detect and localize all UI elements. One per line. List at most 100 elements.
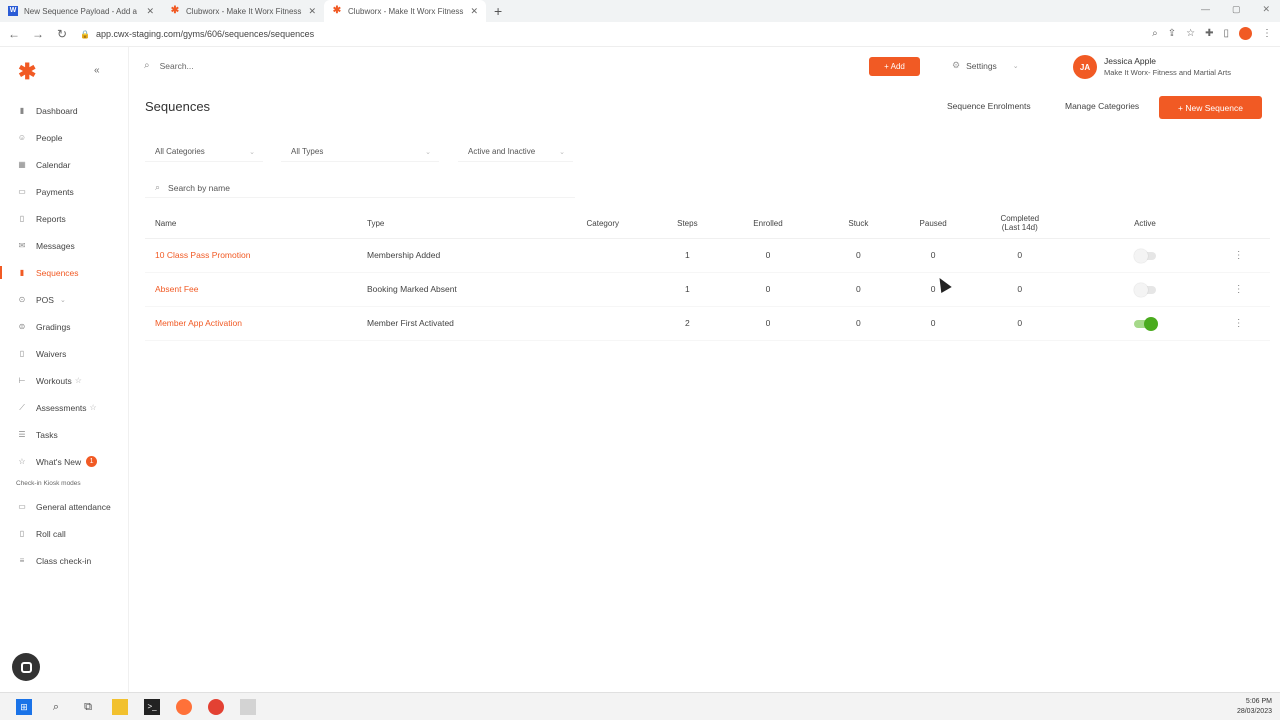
close-icon[interactable]: ✕ xyxy=(308,6,316,17)
active-toggle[interactable] xyxy=(1133,316,1158,331)
task-view-icon[interactable]: ⧉ xyxy=(80,699,96,715)
sidebar-item-calendar[interactable]: ▦ Calendar xyxy=(0,151,129,178)
chevron-down-icon: ⌄ xyxy=(559,148,565,156)
table-row[interactable]: Absent Fee Booking Marked Absent 1 0 0 0… xyxy=(145,272,1270,307)
collapse-sidebar-icon[interactable]: « xyxy=(94,65,100,76)
clubworx-logo-icon[interactable]: ✱ xyxy=(18,59,36,85)
sidebar-item-workouts[interactable]: ⊢ Workouts ☆ xyxy=(0,367,129,394)
sidebar-item-tasks[interactable]: ☰ Tasks xyxy=(0,421,129,448)
status-filter[interactable]: Active and Inactive ⌄ xyxy=(458,142,573,162)
extensions-icon[interactable]: ✚ xyxy=(1205,28,1213,39)
zoom-icon[interactable]: ⌕ xyxy=(1152,28,1158,39)
site-favicon-icon: W xyxy=(8,6,18,16)
column-header-type[interactable]: Type xyxy=(357,209,560,239)
global-search[interactable]: ⌕ Search... xyxy=(144,60,194,71)
search-input[interactable]: Search... xyxy=(160,61,194,71)
sidebar-item-general-attendance[interactable]: ▭ General attendance xyxy=(0,493,129,520)
column-header-name[interactable]: Name xyxy=(145,209,357,239)
reload-icon[interactable]: ↻ xyxy=(52,27,72,41)
close-icon[interactable]: ✕ xyxy=(470,6,478,17)
forward-icon[interactable]: → xyxy=(28,27,48,41)
new-sequence-button[interactable]: + New Sequence xyxy=(1159,96,1262,119)
sidebar-item-class-check-in[interactable]: ≡ Class check-in xyxy=(0,547,129,574)
user-menu[interactable]: Jessica Apple Make It Worx- Fitness and … xyxy=(1104,56,1231,78)
chevron-down-icon: ⌄ xyxy=(59,296,66,304)
table-row[interactable]: 10 Class Pass Promotion Membership Added… xyxy=(145,238,1270,273)
active-toggle[interactable] xyxy=(1133,248,1156,263)
file-explorer-icon[interactable] xyxy=(112,698,128,715)
chrome-icon[interactable] xyxy=(208,698,224,715)
sidebar-item-sequences[interactable]: ▮ Sequences xyxy=(0,259,129,286)
menu-icon[interactable]: ⋮ xyxy=(1262,28,1272,39)
new-tab-icon[interactable]: + xyxy=(494,0,502,22)
person-icon: ☺ xyxy=(17,133,27,142)
browser-tab[interactable]: ✱ Clubworx - Make It Worx Fitness ✕ xyxy=(162,0,324,22)
chat-icon[interactable] xyxy=(12,653,40,681)
type-filter[interactable]: All Types ⌄ xyxy=(281,142,439,162)
sequence-name-link[interactable]: 10 Class Pass Promotion xyxy=(145,238,357,273)
more-options-icon[interactable]: ⋮ xyxy=(1234,250,1244,261)
sidebar-item-dashboard[interactable]: ▮ Dashboard xyxy=(0,97,129,124)
active-toggle[interactable] xyxy=(1133,282,1156,297)
sidebar-item-people[interactable]: ☺ People xyxy=(0,124,129,151)
sidebar-item-waivers[interactable]: ▯ Waivers xyxy=(0,340,129,367)
column-header-category[interactable]: Category xyxy=(559,209,647,239)
sequence-name-link[interactable]: Member App Activation xyxy=(145,306,357,341)
more-options-icon[interactable]: ⋮ xyxy=(1234,318,1244,329)
sequence-completed: 0 xyxy=(956,238,1083,273)
settings-menu[interactable]: ⚙ Settings ⌄ xyxy=(952,60,1019,71)
sequence-name-link[interactable]: Absent Fee xyxy=(145,272,357,307)
search-icon[interactable]: ⌕ xyxy=(48,699,64,715)
list-icon: ☰ xyxy=(18,430,26,439)
browser-tab[interactable]: W New Sequence Payload - Add a ✕ xyxy=(0,0,162,22)
system-clock[interactable]: 5:06 PM 28/03/2023 xyxy=(1237,697,1272,717)
sidebar-item-pos[interactable]: ⊙ POS ⌄ xyxy=(0,286,129,313)
sequence-stuck: 0 xyxy=(807,238,910,273)
column-header-stuck[interactable]: Stuck xyxy=(807,209,910,239)
firefox-icon[interactable] xyxy=(176,698,192,715)
sequence-enrolments-button[interactable]: Sequence Enrolments xyxy=(947,101,1031,111)
sidebar-item-reports[interactable]: ▯ Reports xyxy=(0,205,129,232)
manage-categories-button[interactable]: Manage Categories xyxy=(1065,101,1139,111)
sequence-category xyxy=(559,306,647,341)
share-icon[interactable]: ⇪ xyxy=(1168,28,1176,39)
table-row[interactable]: Member App Activation Member First Activ… xyxy=(145,306,1270,341)
sequence-paused: 0 xyxy=(909,238,957,273)
sidebar-item-roll-call[interactable]: ▯ Roll call xyxy=(0,520,129,547)
sidebar-item-assessments[interactable]: ⟋ Assessments ☆ xyxy=(0,394,129,421)
sequence-enrolled: 0 xyxy=(728,238,808,273)
sidebar-item-whats-new[interactable]: ☆ What's New 1 xyxy=(0,448,129,475)
column-header-steps[interactable]: Steps xyxy=(646,209,729,239)
sequence-paused: 0 xyxy=(909,272,957,307)
name-search-input[interactable]: ⌕ Search by name xyxy=(145,178,575,198)
windows-start-icon[interactable]: ⊞ xyxy=(16,698,32,715)
browser-tab-active[interactable]: ✱ Clubworx - Make It Worx Fitness ✕ xyxy=(324,0,486,22)
maximize-icon[interactable]: ▢ xyxy=(1232,4,1241,15)
url-field[interactable]: 🔒 app.cwx-staging.com/gyms/606/sequences… xyxy=(80,29,314,39)
sidebar-item-gradings[interactable]: ⊜ Gradings xyxy=(0,313,129,340)
column-header-enrolled[interactable]: Enrolled xyxy=(728,209,808,239)
more-options-icon[interactable]: ⋮ xyxy=(1234,284,1244,295)
add-button[interactable]: + Add xyxy=(869,57,920,76)
snipping-tool-icon[interactable] xyxy=(240,698,256,715)
star-icon: ☆ xyxy=(18,457,26,466)
chart-line-icon: ⟋ xyxy=(19,402,25,412)
column-header-active[interactable]: Active xyxy=(1082,209,1208,239)
chevron-down-icon: ⌄ xyxy=(249,148,255,156)
terminal-icon[interactable]: >_ xyxy=(144,698,160,715)
close-window-icon[interactable]: ✕ xyxy=(1262,4,1270,15)
close-icon[interactable]: ✕ xyxy=(146,6,154,17)
bookmark-star-icon[interactable]: ☆ xyxy=(1186,28,1195,39)
tab-title: New Sequence Payload - Add a xyxy=(24,6,137,16)
column-header-completed[interactable]: Completed (Last 14d) xyxy=(956,209,1083,239)
minimize-icon[interactable]: — xyxy=(1201,4,1210,15)
avatar[interactable]: JA xyxy=(1073,55,1097,79)
sidebar-item-messages[interactable]: ✉ Messages xyxy=(0,232,129,259)
sidepanel-icon[interactable]: ▯ xyxy=(1223,28,1229,39)
sidebar-item-payments[interactable]: ▭ Payments xyxy=(0,178,129,205)
browser-toolbar-icons: ⌕ ⇪ ☆ ✚ ▯ ⋮ xyxy=(1152,27,1272,40)
back-icon[interactable]: ← xyxy=(4,27,24,41)
category-filter[interactable]: All Categories ⌄ xyxy=(145,142,263,162)
column-header-paused[interactable]: Paused xyxy=(909,209,957,239)
profile-icon[interactable] xyxy=(1239,27,1252,40)
